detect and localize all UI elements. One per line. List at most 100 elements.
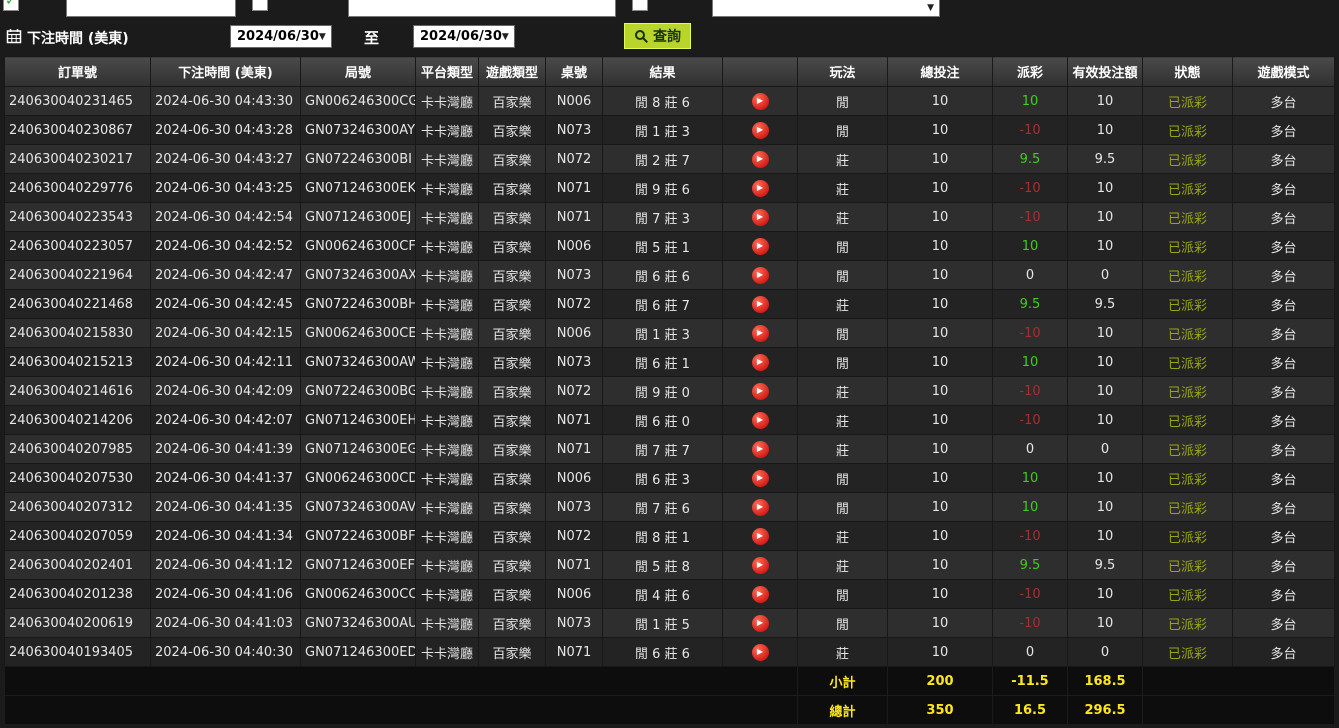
round-id: GN073246300AW bbox=[301, 348, 416, 377]
platform-type: 卡卡灣廳 bbox=[416, 145, 479, 174]
play-type: 閒 bbox=[798, 464, 888, 493]
table-no: N071 bbox=[546, 203, 603, 232]
status: 已派彩 bbox=[1143, 493, 1233, 522]
bet-time: 2024-06-30 04:43:30 bbox=[151, 87, 301, 116]
replay-icon[interactable]: ▶ bbox=[752, 209, 769, 226]
column-header: 有效投注額 bbox=[1068, 57, 1143, 87]
round-id: GN071246300EK bbox=[301, 174, 416, 203]
filter-select[interactable]: ▼ bbox=[712, 0, 940, 17]
table-row: 2406300402219642024-06-30 04:42:47GN0732… bbox=[5, 261, 1335, 290]
platform-type: 卡卡灣廳 bbox=[416, 522, 479, 551]
platform-type: 卡卡灣廳 bbox=[416, 609, 479, 638]
bet-time: 2024-06-30 04:42:54 bbox=[151, 203, 301, 232]
chevron-down-icon: ▼ bbox=[927, 3, 934, 13]
replay-icon[interactable]: ▶ bbox=[752, 470, 769, 487]
search-button[interactable]: 查詢 bbox=[624, 23, 691, 49]
play-type: 莊 bbox=[798, 638, 888, 667]
result: 閒 7 莊 7 bbox=[603, 435, 723, 464]
bet-time-label: 下注時間 (美東) bbox=[27, 28, 129, 48]
filter-input-1[interactable] bbox=[66, 0, 236, 17]
filter-checkbox-2[interactable] bbox=[252, 0, 268, 11]
play-type: 閒 bbox=[798, 87, 888, 116]
round-id: GN073246300AV bbox=[301, 493, 416, 522]
game-type: 百家樂 bbox=[479, 551, 546, 580]
payout: 10 bbox=[993, 348, 1068, 377]
replay-icon[interactable]: ▶ bbox=[752, 528, 769, 545]
round-id: GN071246300EH bbox=[301, 406, 416, 435]
column-header: 平台類型 bbox=[416, 57, 479, 87]
order-id: 240630040214616 bbox=[5, 377, 151, 406]
chevron-down-icon: ▼ bbox=[319, 32, 326, 42]
replay-icon[interactable]: ▶ bbox=[752, 615, 769, 632]
total-row-valid-bet: 296.5 bbox=[1068, 696, 1143, 725]
game-mode: 多台 bbox=[1233, 406, 1335, 435]
table-no: N006 bbox=[546, 232, 603, 261]
game-mode: 多台 bbox=[1233, 348, 1335, 377]
column-header: 訂單號 bbox=[5, 57, 151, 87]
platform-type: 卡卡灣廳 bbox=[416, 551, 479, 580]
replay-cell: ▶ bbox=[723, 116, 798, 145]
table-no: N073 bbox=[546, 261, 603, 290]
subtotal-row-label: 小計 bbox=[798, 667, 888, 696]
play-type: 莊 bbox=[798, 406, 888, 435]
table-row: 2406300402158302024-06-30 04:42:15GN0062… bbox=[5, 319, 1335, 348]
game-mode: 多台 bbox=[1233, 638, 1335, 667]
column-header: 遊戲類型 bbox=[479, 57, 546, 87]
valid-bet: 10 bbox=[1068, 203, 1143, 232]
date-from-dropdown[interactable]: 2024/06/30 ▼ bbox=[230, 25, 332, 48]
total-bet: 10 bbox=[888, 116, 993, 145]
column-header: 桌號 bbox=[546, 57, 603, 87]
play-type: 莊 bbox=[798, 203, 888, 232]
replay-icon[interactable]: ▶ bbox=[752, 499, 769, 516]
platform-type: 卡卡灣廳 bbox=[416, 203, 479, 232]
replay-cell: ▶ bbox=[723, 319, 798, 348]
order-id: 240630040231465 bbox=[5, 87, 151, 116]
replay-icon[interactable]: ▶ bbox=[752, 296, 769, 313]
filter-checkbox-3[interactable] bbox=[632, 0, 648, 11]
status: 已派彩 bbox=[1143, 319, 1233, 348]
replay-cell: ▶ bbox=[723, 435, 798, 464]
filter-checkbox-1[interactable] bbox=[3, 0, 19, 11]
table-row: 2406300402146162024-06-30 04:42:09GN0722… bbox=[5, 377, 1335, 406]
status: 已派彩 bbox=[1143, 464, 1233, 493]
replay-cell: ▶ bbox=[723, 261, 798, 290]
table-row: 2406300401934052024-06-30 04:40:30GN0712… bbox=[5, 638, 1335, 667]
payout: 9.5 bbox=[993, 145, 1068, 174]
replay-icon[interactable]: ▶ bbox=[752, 586, 769, 603]
column-header: 玩法 bbox=[798, 57, 888, 87]
platform-type: 卡卡灣廳 bbox=[416, 464, 479, 493]
result: 閒 2 莊 7 bbox=[603, 145, 723, 174]
subtotal-row-total-bet: 200 bbox=[888, 667, 993, 696]
game-mode: 多台 bbox=[1233, 145, 1335, 174]
date-to-dropdown[interactable]: 2024/06/30 ▼ bbox=[413, 25, 515, 48]
game-mode: 多台 bbox=[1233, 116, 1335, 145]
replay-icon[interactable]: ▶ bbox=[752, 412, 769, 429]
footer-spacer bbox=[5, 667, 798, 696]
replay-icon[interactable]: ▶ bbox=[752, 557, 769, 574]
replay-icon[interactable]: ▶ bbox=[752, 354, 769, 371]
replay-icon[interactable]: ▶ bbox=[752, 122, 769, 139]
filter-input-2[interactable] bbox=[348, 0, 616, 17]
total-bet: 10 bbox=[888, 580, 993, 609]
game-mode: 多台 bbox=[1233, 319, 1335, 348]
order-id: 240630040202401 bbox=[5, 551, 151, 580]
replay-icon[interactable]: ▶ bbox=[752, 238, 769, 255]
table-no: N006 bbox=[546, 87, 603, 116]
replay-icon[interactable]: ▶ bbox=[752, 644, 769, 661]
replay-icon[interactable]: ▶ bbox=[752, 383, 769, 400]
replay-icon[interactable]: ▶ bbox=[752, 151, 769, 168]
total-row: 總計35016.5296.5 bbox=[5, 696, 1335, 725]
platform-type: 卡卡灣廳 bbox=[416, 348, 479, 377]
payout: 9.5 bbox=[993, 290, 1068, 319]
payout: 0 bbox=[993, 638, 1068, 667]
bet-time: 2024-06-30 04:43:28 bbox=[151, 116, 301, 145]
replay-icon[interactable]: ▶ bbox=[752, 441, 769, 458]
replay-icon[interactable]: ▶ bbox=[752, 180, 769, 197]
replay-icon[interactable]: ▶ bbox=[752, 93, 769, 110]
valid-bet: 9.5 bbox=[1068, 145, 1143, 174]
replay-icon[interactable]: ▶ bbox=[752, 267, 769, 284]
game-mode: 多台 bbox=[1233, 522, 1335, 551]
valid-bet: 10 bbox=[1068, 174, 1143, 203]
order-id: 240630040221468 bbox=[5, 290, 151, 319]
replay-icon[interactable]: ▶ bbox=[752, 325, 769, 342]
